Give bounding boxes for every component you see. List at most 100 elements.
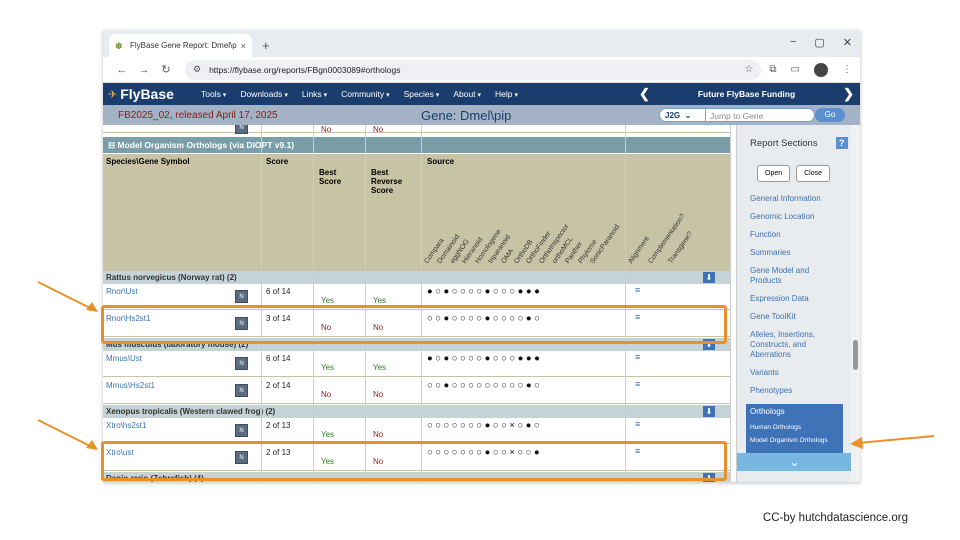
url-text: https://flybase.org/reports/FBgn0003089#…	[209, 64, 401, 75]
fly-logo-icon: ✈	[108, 88, 118, 101]
score: 6 of 14	[266, 287, 291, 296]
address-bar[interactable]: ⚙ https://flybase.org/reports/FBgn000308…	[185, 59, 762, 80]
download-icon[interactable]: ⬇	[703, 406, 715, 417]
sidebar-item-link[interactable]: Variants	[750, 368, 840, 378]
sidebar-item-link[interactable]: Gene Model and Products	[750, 266, 840, 286]
sidebar-item-human-orthologs[interactable]: Human Orthologs	[750, 424, 839, 431]
sidebar-item-link[interactable]: Function	[750, 230, 840, 240]
menu-species[interactable]: Species	[404, 89, 440, 99]
reload-icon[interactable]: ↻	[155, 63, 177, 76]
menu-downloads[interactable]: Downloads	[240, 89, 288, 99]
column-header: Species\Gene Symbol Score Best Score Bes…	[103, 154, 730, 271]
column-divider	[421, 125, 422, 482]
sidebar-item-link[interactable]: Gene ToolKit	[750, 312, 840, 322]
flybase-favicon-icon: ✽	[115, 40, 123, 51]
alignment-icon[interactable]: ≡	[635, 379, 640, 389]
prev-arrow-icon[interactable]: ❮	[639, 86, 650, 102]
close-window-button[interactable]: ✕	[843, 36, 852, 49]
forward-arrow-icon[interactable]: →	[133, 64, 155, 76]
flybase-logo[interactable]: ✈ FlyBase	[103, 86, 201, 102]
open-button[interactable]: Open	[757, 165, 791, 182]
reverse-score: No	[373, 390, 384, 399]
ncbi-icon[interactable]: N	[235, 424, 248, 437]
sidebar-item-orthologs[interactable]: Orthologs	[750, 407, 839, 416]
sidebar-item-link[interactable]: Summaries	[750, 248, 840, 258]
flybase-nav: ✈ FlyBase Tools Downloads Links Communit…	[103, 83, 860, 105]
minimize-button[interactable]: −	[790, 36, 796, 49]
window-controls: − ▢ ✕	[790, 36, 852, 49]
download-icon[interactable]: ⬇	[703, 272, 715, 283]
funding-text[interactable]: Future FlyBase Funding	[698, 89, 795, 99]
gene-symbol-link[interactable]: Xtro\hs2st1	[106, 421, 146, 430]
column-divider	[261, 125, 262, 482]
close-button[interactable]: Close	[796, 165, 831, 182]
orthologs-table: N No No ⊟ Model Organism Orthologs (via …	[103, 125, 731, 482]
go-button[interactable]: Go	[815, 108, 845, 122]
score: 2 of 14	[266, 381, 291, 390]
site-settings-icon[interactable]: ⚙	[193, 64, 201, 75]
sidebar-item-model-orthologs[interactable]: Model Organism Orthologs	[750, 437, 839, 444]
help-icon[interactable]: ?	[835, 137, 848, 149]
profile-avatar[interactable]	[814, 62, 828, 77]
arrow-zebrafish-icon	[37, 419, 98, 450]
tab-close-icon[interactable]: ×	[241, 41, 246, 51]
highlight-mouse-box	[101, 305, 727, 344]
source-dots: ●○●○○○○●○○○●●●	[427, 286, 543, 297]
source-dots: ○○○○○○○●○○×○●○	[427, 420, 543, 431]
scrollbar-thumb[interactable]	[853, 340, 858, 370]
menu-help[interactable]: Help	[495, 89, 518, 99]
column-divider	[313, 125, 314, 482]
score: 2 of 13	[266, 421, 291, 430]
browser-tab[interactable]: ✽ FlyBase Gene Report: Dmel\pip ×	[109, 34, 252, 57]
back-arrow-icon[interactable]: ←	[111, 64, 133, 76]
highlight-zebrafish-box	[101, 441, 727, 481]
new-tab-button[interactable]: +	[262, 38, 270, 53]
release-bar: FB2025_02, released April 17, 2025 Gene:…	[103, 105, 860, 125]
gene-symbol-link[interactable]: Mmus\Hs2st1	[106, 381, 155, 390]
menu-community[interactable]: Community	[341, 89, 389, 99]
header-reverse: Best Reverse Score	[371, 168, 403, 195]
orthologs-section[interactable]: Orthologs Human Orthologs Model Organism…	[746, 404, 843, 453]
sidebar-item-link[interactable]: Genomic Location	[750, 212, 840, 222]
sidebar-item-link[interactable]: Expression Data	[750, 294, 840, 304]
scroll-more-chevron-icon[interactable]: ⌄	[737, 453, 852, 471]
jump-to-gene-input[interactable]: Jump to Gene	[705, 108, 815, 122]
ncbi-icon[interactable]: N	[235, 125, 248, 134]
release-info: FB2025_02, released April 17, 2025	[118, 109, 278, 121]
next-arrow-icon[interactable]: ❯	[843, 86, 854, 102]
best-score: Yes	[321, 363, 335, 372]
ncbi-icon[interactable]: N	[235, 384, 248, 397]
alignment-icon[interactable]: ≡	[635, 352, 640, 362]
tab-title: FlyBase Gene Report: Dmel\pip	[130, 41, 237, 50]
section-header[interactable]: ⊟ Model Organism Orthologs (via DIOPT v9…	[103, 137, 730, 153]
alignment-icon[interactable]: ≡	[635, 419, 640, 429]
source-dots: ●○●○○○○●○○○●●●	[427, 353, 543, 364]
reading-list-icon[interactable]: ▭	[791, 64, 800, 75]
page-scrollbar[interactable]	[851, 125, 860, 482]
extra-col-header: Complementation?	[647, 212, 687, 265]
extensions-icon[interactable]: ⧉	[769, 64, 776, 75]
collapse-icon[interactable]: ⊟	[108, 140, 115, 150]
ncbi-icon[interactable]: N	[235, 357, 248, 370]
menu-about[interactable]: About	[453, 89, 481, 99]
species-name: Xenopus tropicalis (Western clawed frog)…	[106, 407, 276, 416]
sidebar-item-link[interactable]: Alleles, Insertions, Constructs, and Abe…	[750, 330, 840, 360]
menu-links[interactable]: Links	[302, 89, 327, 99]
ncbi-icon[interactable]: N	[235, 290, 248, 303]
report-sections-sidebar: Report Sections? Open Close General Info…	[736, 125, 852, 482]
gene-symbol-link[interactable]: Mmus\Ust	[106, 354, 142, 363]
header-species: Species\Gene Symbol	[106, 157, 190, 166]
j2g-label: J2G	[665, 110, 681, 120]
arrow-sidebar-icon	[850, 435, 935, 449]
main-menu: Tools Downloads Links Community Species …	[201, 89, 532, 99]
sidebar-item-link[interactable]: Phenotypes	[750, 386, 840, 396]
sidebar-title: Report Sections	[750, 137, 818, 149]
sidebar-item-link[interactable]: General Information	[750, 194, 840, 204]
maximize-button[interactable]: ▢	[814, 36, 824, 49]
menu-tools[interactable]: Tools	[201, 89, 226, 99]
gene-symbol-link[interactable]: Rnor\Ust	[106, 287, 138, 296]
bookmark-star-icon[interactable]: ☆	[744, 64, 753, 75]
menu-kebab-icon[interactable]: ⋮	[842, 64, 852, 75]
alignment-icon[interactable]: ≡	[635, 285, 640, 295]
reverse-score: Yes	[373, 363, 387, 372]
